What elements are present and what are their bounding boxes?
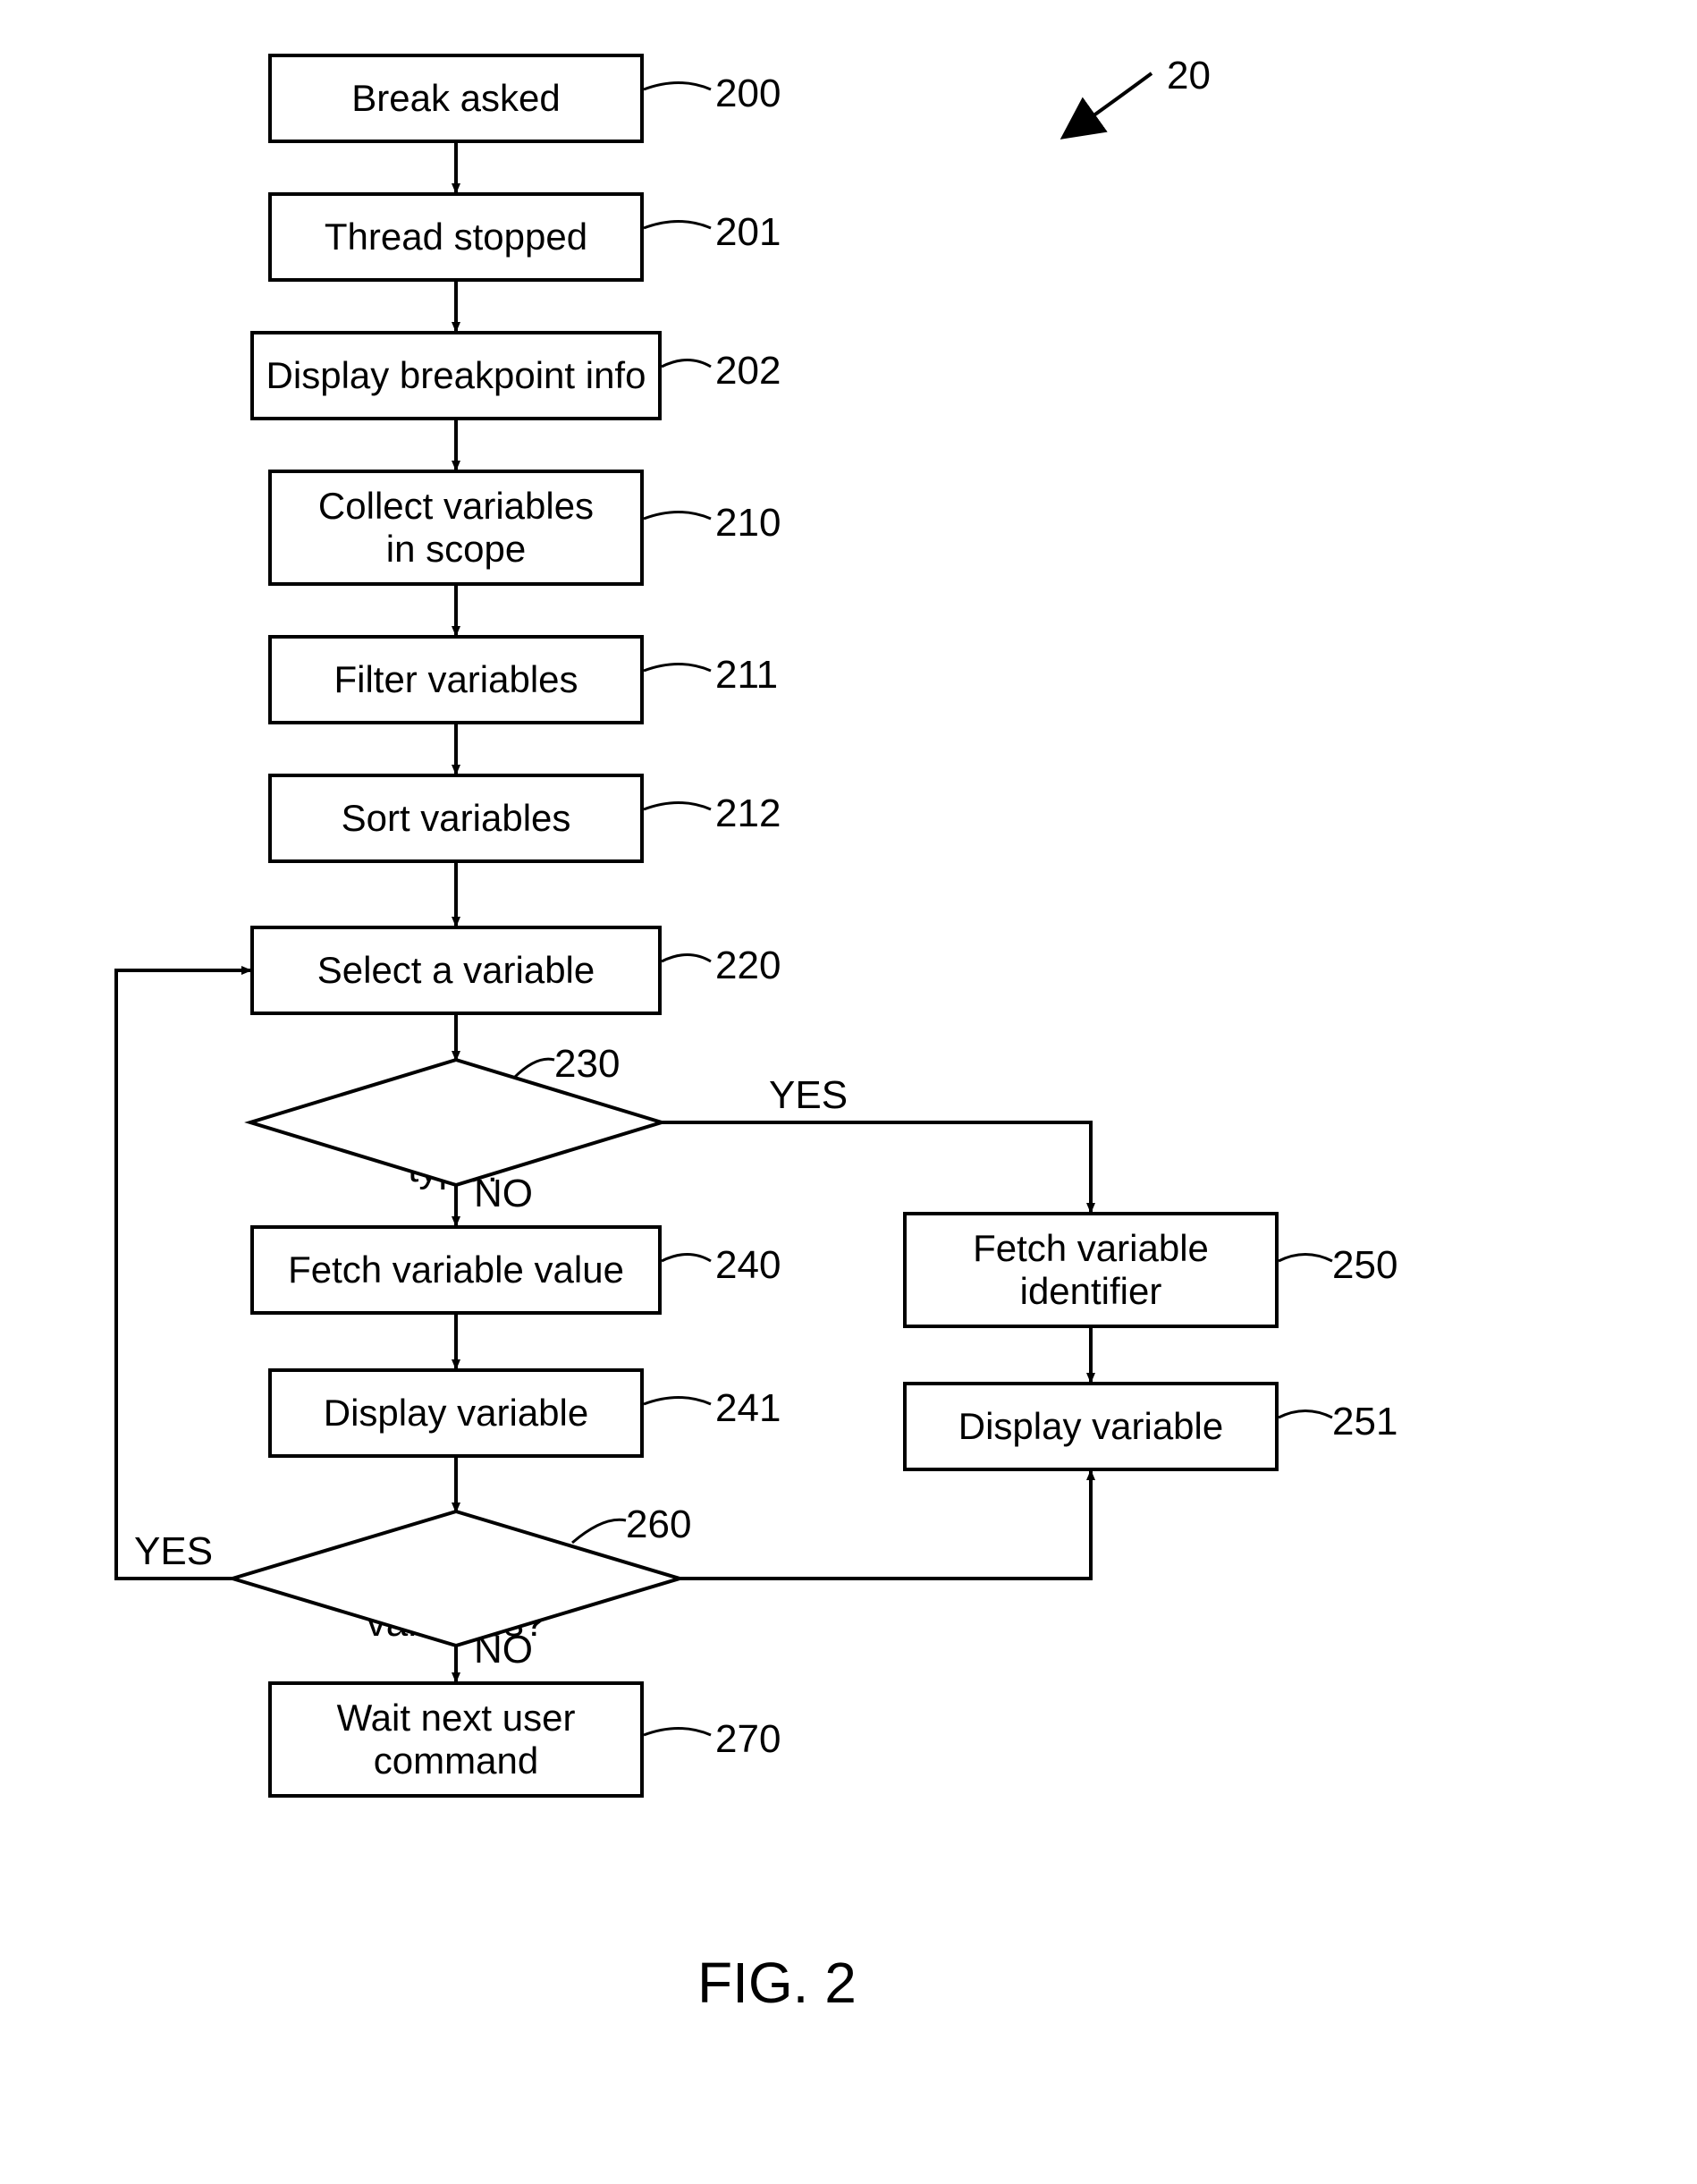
branch-260-yes: YES — [134, 1529, 213, 1574]
ref-251: 251 — [1332, 1400, 1397, 1444]
ref-220: 220 — [715, 944, 781, 988]
ref-212: 212 — [715, 791, 781, 836]
text-more-variables: More variables? — [331, 1556, 581, 1646]
text-wait-next-user-command: Wait next usercommand — [337, 1697, 576, 1783]
text-display-breakpoint-info: Display breakpoint info — [266, 354, 646, 397]
box-display-breakpoint-info: Display breakpoint info — [250, 331, 662, 420]
ref-top: 20 — [1167, 54, 1211, 98]
ref-200: 200 — [715, 72, 781, 116]
box-fetch-variable-value: Fetch variable value — [250, 1225, 662, 1315]
box-display-variable-left: Display variable — [268, 1368, 644, 1458]
box-wait-next-user-command: Wait next usercommand — [268, 1681, 644, 1798]
text-fetch-variable-identifier: Fetch variableidentifier — [973, 1227, 1209, 1314]
box-sort-variables: Sort variables — [268, 774, 644, 863]
ref-230: 230 — [554, 1042, 620, 1087]
text-thread-stopped: Thread stopped — [325, 216, 587, 258]
text-display-variable-left: Display variable — [324, 1392, 588, 1435]
branch-260-no: NO — [474, 1628, 533, 1672]
ref-240: 240 — [715, 1243, 781, 1288]
box-select-variable: Select a variable — [250, 926, 662, 1015]
figure-caption: FIG. 2 — [697, 1950, 857, 2016]
box-collect-variables: Collect variablesin scope — [268, 470, 644, 586]
text-filter-variables: Filter variables — [333, 658, 578, 701]
text-fetch-variable-value: Fetch variable value — [288, 1249, 624, 1291]
branch-230-no: NO — [474, 1172, 533, 1216]
text-collect-variables: Collect variablesin scope — [318, 485, 594, 571]
ref-211: 211 — [715, 653, 778, 698]
ref-260: 260 — [626, 1503, 691, 1547]
ref-202: 202 — [715, 349, 781, 394]
box-thread-stopped: Thread stopped — [268, 192, 644, 282]
topref-arrow — [0, 0, 1697, 2184]
text-display-variable-right: Display variable — [958, 1405, 1223, 1448]
branch-230-yes: YES — [769, 1073, 848, 1118]
ref-241: 241 — [715, 1386, 781, 1431]
ref-270: 270 — [715, 1717, 781, 1762]
box-break-asked: Break asked — [268, 54, 644, 143]
text-break-asked: Break asked — [351, 77, 560, 120]
box-fetch-variable-identifier: Fetch variableidentifier — [903, 1212, 1279, 1328]
box-display-variable-right: Display variable — [903, 1382, 1279, 1471]
ref-250: 250 — [1332, 1243, 1397, 1288]
text-select-variable: Select a variable — [317, 949, 595, 992]
ref-210: 210 — [715, 501, 781, 546]
box-filter-variables: Filter variables — [268, 635, 644, 724]
text-complex-type: Complex type? — [331, 1102, 581, 1191]
flowchart-lines — [0, 0, 1697, 2184]
text-sort-variables: Sort variables — [342, 797, 571, 840]
flowchart-canvas: 20 Break asked Thread stopped Display br… — [0, 0, 1697, 2184]
ref-201: 201 — [715, 210, 781, 255]
